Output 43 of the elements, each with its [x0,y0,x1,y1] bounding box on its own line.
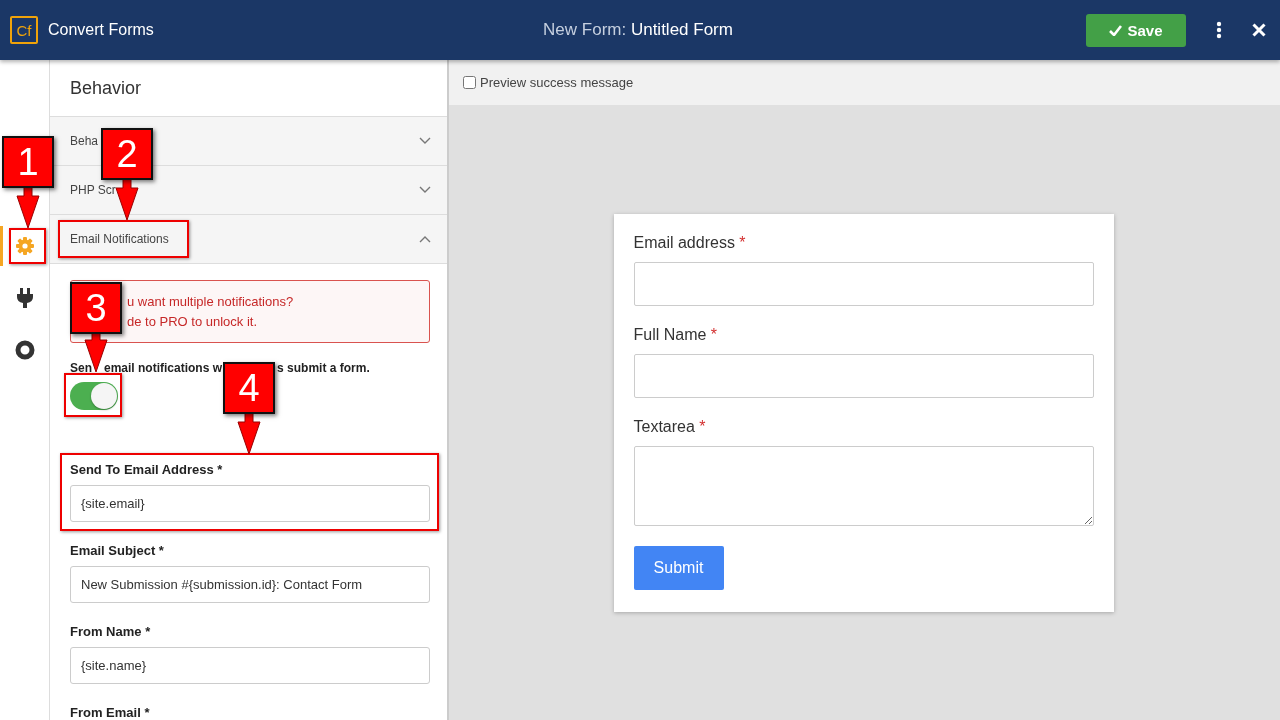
field-label: Textarea [633,418,695,435]
step-number: 4 [223,362,275,414]
toggle-label: s submit a form. [277,361,370,375]
required-mark: * [710,326,718,343]
highlight-frame [9,228,46,264]
close-icon[interactable] [1252,23,1266,37]
chevron-down-icon [419,186,431,194]
field-label: Send To Email Address * [70,462,224,477]
toggle-label: Sen [70,361,92,375]
accordion-header[interactable]: PHP Scr [50,166,447,215]
input-field[interactable] [633,262,1094,306]
check-icon [1109,24,1123,36]
required-mark: * [699,418,706,435]
input-field[interactable]: {site.email} [70,485,430,522]
step-number: 3 [70,282,122,334]
step-number: 1 [2,136,54,188]
field-label: Email address [633,234,735,251]
window-title: New Form: Untitled Form [543,20,733,40]
checkbox[interactable] [463,76,476,89]
app-logo: Cf [10,16,38,44]
field-label: From Email * [70,705,151,720]
submit-button[interactable]: Submit [633,546,724,590]
chevron-down-icon [419,137,431,145]
more-options-icon[interactable] [1216,21,1222,39]
checkbox-label: Preview success message [480,75,634,90]
app-name: Convert Forms [48,21,154,39]
step-number: 2 [101,128,153,180]
chevron-up-icon [419,235,431,243]
disc-icon[interactable] [14,340,35,360]
input-field[interactable]: {site.name} [70,647,430,684]
field-label: Email Subject * [70,543,165,558]
alert-text: de to PRO to unlock it. [127,313,259,331]
toggle-switch[interactable] [70,382,118,410]
highlight-frame [64,373,122,417]
plug-icon[interactable] [16,288,33,308]
field-label: Full Name [633,326,707,343]
input-field[interactable] [633,354,1094,398]
input-field[interactable]: New Submission #{submission.id}: Contact Form [70,566,430,603]
alert-text: u want multiple notifications? [127,293,295,311]
accordion-header[interactable]: Email Notifications [50,215,447,264]
field-label: From Name * [70,624,152,639]
toggle-label: email notifications w [104,361,223,375]
required-mark: * [739,234,746,251]
